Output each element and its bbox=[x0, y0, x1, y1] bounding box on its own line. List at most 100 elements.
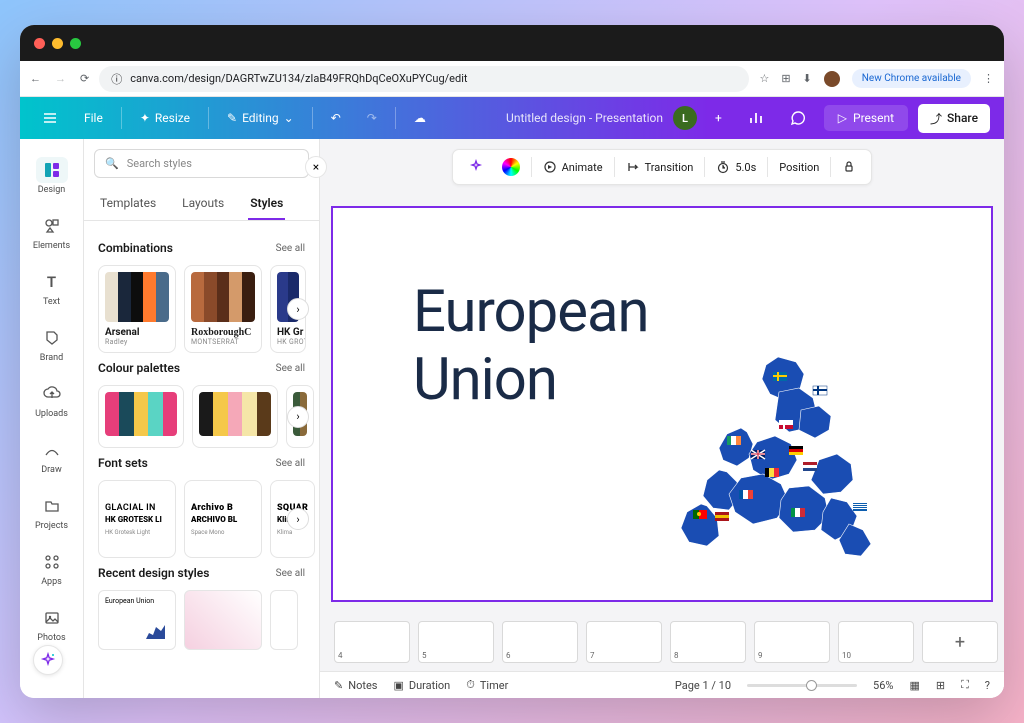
color-picker[interactable] bbox=[493, 154, 529, 180]
palette-card-2[interactable] bbox=[192, 385, 278, 448]
document-title[interactable]: Untitled design - Presentation bbox=[506, 111, 663, 125]
recent-see-all[interactable]: See all bbox=[276, 568, 305, 579]
context-toolbar: Animate Transition 5.0s Position bbox=[320, 139, 1004, 195]
palettes-scroll-right[interactable]: › bbox=[287, 406, 309, 428]
palette-card-1[interactable] bbox=[98, 385, 184, 448]
combo-card-arsenal[interactable]: ArsenalRadley bbox=[98, 265, 176, 353]
redo-button[interactable]: ↷ bbox=[359, 106, 385, 130]
rail-brand[interactable]: Brand bbox=[20, 317, 83, 371]
rail-apps[interactable]: Apps bbox=[20, 541, 83, 595]
slide-title[interactable]: EuropeanUnion bbox=[413, 278, 649, 415]
editing-mode-button[interactable]: ✎Editing⌄ bbox=[219, 106, 302, 130]
grid-view-icon[interactable]: ▦ bbox=[909, 679, 919, 692]
chrome-update-badge[interactable]: New Chrome available bbox=[852, 69, 971, 88]
browser-menu-icon[interactable]: ⋮ bbox=[983, 72, 994, 85]
share-button[interactable]: ⤴Share bbox=[918, 104, 990, 133]
add-page-button[interactable]: + bbox=[922, 621, 998, 663]
fonts-see-all[interactable]: See all bbox=[276, 458, 305, 469]
file-button[interactable]: File bbox=[76, 106, 111, 130]
url-text: canva.com/design/DAGRTwZU134/zIaB49FRQhD… bbox=[130, 72, 467, 85]
transition-button[interactable]: Transition bbox=[617, 156, 703, 178]
font-card-archivo[interactable]: Archivo BARCHIVO BLSpace Mono bbox=[184, 480, 262, 558]
eu-map-graphic[interactable] bbox=[671, 350, 891, 560]
add-member-button[interactable]: + bbox=[707, 106, 730, 130]
palettes-see-all[interactable]: See all bbox=[276, 363, 305, 374]
resize-button[interactable]: ✦Resize bbox=[132, 106, 198, 130]
zoom-level[interactable]: 56% bbox=[873, 679, 893, 692]
cloud-sync-icon[interactable]: ☁ bbox=[406, 106, 434, 130]
url-field[interactable]: ⓘ canva.com/design/DAGRTwZU134/zIaB49FRQ… bbox=[99, 66, 749, 92]
bottom-bar: ✎Notes ▣Duration ⏱Timer Page 1 / 10 56% … bbox=[320, 671, 1004, 698]
recent-card-2[interactable] bbox=[184, 590, 262, 650]
rail-uploads[interactable]: Uploads bbox=[20, 373, 83, 427]
page-indicator[interactable]: Page 1 / 10 bbox=[675, 679, 731, 692]
nav-forward-icon[interactable]: → bbox=[55, 72, 66, 85]
help-icon[interactable]: ? bbox=[985, 679, 990, 692]
profile-avatar-icon[interactable] bbox=[824, 71, 840, 87]
traffic-light-close[interactable] bbox=[34, 38, 45, 49]
combinations-see-all[interactable]: See all bbox=[276, 243, 305, 254]
notes-button[interactable]: ✎Notes bbox=[334, 679, 377, 692]
canvas-viewport[interactable]: EuropeanUnion bbox=[320, 195, 1004, 613]
thumb-6[interactable]: 6 bbox=[502, 621, 578, 663]
close-panel-button[interactable]: × bbox=[305, 156, 327, 178]
tab-styles[interactable]: Styles bbox=[248, 188, 285, 220]
duration-button[interactable]: ▣Duration bbox=[393, 679, 450, 692]
combinations-scroll-right[interactable]: › bbox=[287, 298, 309, 320]
tab-layouts[interactable]: Layouts bbox=[180, 188, 226, 220]
canvas-area: Animate Transition 5.0s Position Europea… bbox=[320, 139, 1004, 698]
side-tabs: Templates Layouts Styles bbox=[84, 188, 319, 221]
thumbnail-view-icon[interactable]: ⊞ bbox=[936, 679, 945, 692]
position-button[interactable]: Position bbox=[770, 157, 828, 178]
font-card-glacial[interactable]: GLACIAL INHK GROTESK LIHK Grotesk Light bbox=[98, 480, 176, 558]
present-button[interactable]: ▷Present bbox=[824, 105, 908, 131]
thumb-10[interactable]: 10 bbox=[838, 621, 914, 663]
combinations-row: ArsenalRadley RoxboroughCMONTSERRAT HK G… bbox=[98, 265, 305, 353]
user-avatar[interactable]: L bbox=[673, 106, 697, 130]
analytics-icon[interactable] bbox=[740, 105, 772, 131]
undo-button[interactable]: ↶ bbox=[323, 106, 349, 130]
search-input[interactable]: 🔍 Search styles bbox=[94, 149, 309, 178]
rail-draw[interactable]: Draw bbox=[20, 429, 83, 483]
rail-text[interactable]: TText bbox=[20, 261, 83, 315]
combinations-title: Combinations bbox=[98, 241, 173, 255]
combo-card-roxborough[interactable]: RoxboroughCMONTSERRAT bbox=[184, 265, 262, 353]
timing-button[interactable]: 5.0s bbox=[707, 156, 765, 178]
site-info-icon[interactable]: ⓘ bbox=[111, 71, 122, 87]
recent-card-1[interactable]: European Union bbox=[98, 590, 176, 650]
thumb-5[interactable]: 5 bbox=[418, 621, 494, 663]
zoom-slider[interactable] bbox=[747, 684, 857, 687]
traffic-light-minimize[interactable] bbox=[52, 38, 63, 49]
rail-elements[interactable]: Elements bbox=[20, 205, 83, 259]
traffic-light-maximize[interactable] bbox=[70, 38, 81, 49]
search-placeholder: Search styles bbox=[127, 157, 192, 170]
rail-projects[interactable]: Projects bbox=[20, 485, 83, 539]
upload-icon: ⤴ bbox=[930, 110, 942, 127]
fullscreen-icon[interactable]: ⛶ bbox=[961, 678, 969, 692]
fonts-scroll-right[interactable]: › bbox=[287, 508, 309, 530]
extensions-icon[interactable]: ⊞ bbox=[781, 72, 790, 85]
thumb-7[interactable]: 7 bbox=[586, 621, 662, 663]
menu-button[interactable] bbox=[34, 105, 66, 131]
magic-button[interactable] bbox=[33, 645, 63, 675]
slide[interactable]: EuropeanUnion bbox=[331, 206, 993, 602]
tab-templates[interactable]: Templates bbox=[98, 188, 158, 220]
timer-button[interactable]: ⏱Timer bbox=[466, 678, 508, 692]
browser-window: ← → ⟳ ⓘ canva.com/design/DAGRTwZU134/zIa… bbox=[20, 25, 1004, 698]
thumb-9[interactable]: 9 bbox=[754, 621, 830, 663]
recent-card-3[interactable] bbox=[270, 590, 298, 650]
nav-back-icon[interactable]: ← bbox=[30, 72, 41, 85]
magic-recolor-icon[interactable] bbox=[459, 155, 493, 179]
comments-icon[interactable] bbox=[782, 105, 814, 131]
lock-icon[interactable] bbox=[833, 156, 865, 178]
rail-photos[interactable]: Photos bbox=[20, 597, 83, 651]
rail-design[interactable]: Design bbox=[20, 149, 83, 203]
notes-icon: ✎ bbox=[334, 679, 343, 692]
thumb-8[interactable]: 8 bbox=[670, 621, 746, 663]
download-icon[interactable]: ⬇ bbox=[803, 72, 812, 85]
bookmark-icon[interactable]: ☆ bbox=[759, 72, 769, 85]
nav-reload-icon[interactable]: ⟳ bbox=[80, 72, 89, 85]
thumb-4[interactable]: 4 bbox=[334, 621, 410, 663]
fonts-row: GLACIAL INHK GROTESK LIHK Grotesk Light … bbox=[98, 480, 305, 558]
animate-button[interactable]: Animate bbox=[534, 156, 612, 178]
